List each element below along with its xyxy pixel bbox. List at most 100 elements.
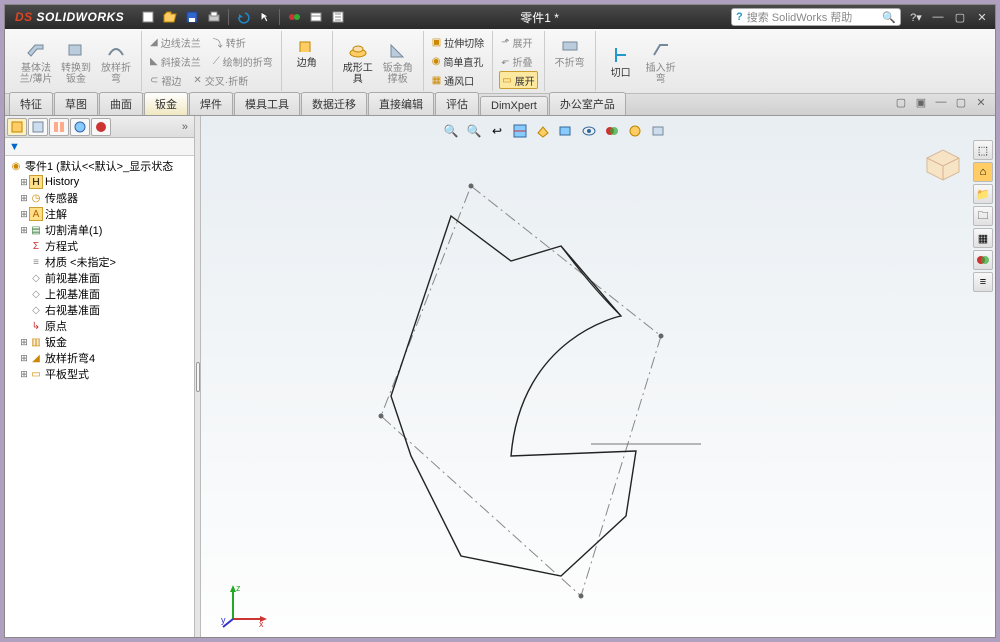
extruded-cut-button[interactable]: ▣拉伸切除 — [430, 33, 486, 51]
tab-钣金[interactable]: 钣金 — [144, 92, 188, 115]
twist-icon[interactable]: ⊞ — [19, 209, 29, 220]
sketched-bend-button[interactable]: ⟋绘制的折弯 — [211, 52, 275, 70]
tree-item[interactable]: ↳原点 — [5, 318, 194, 334]
open-button[interactable] — [160, 8, 180, 26]
unfold-button[interactable]: ⬏展开 — [499, 33, 537, 51]
minimize-button[interactable]: — — [929, 9, 947, 25]
tab-草图[interactable]: 草图 — [54, 92, 98, 115]
tree-item[interactable]: Σ方程式 — [5, 238, 194, 254]
tab-评估[interactable]: 评估 — [435, 92, 479, 115]
flatten-button[interactable]: ▭展开 — [499, 71, 537, 89]
mdi-minimize[interactable]: — — [933, 96, 949, 109]
miter-flange-button[interactable]: ◣斜接法兰 — [148, 52, 203, 70]
maximize-button[interactable]: ▢ — [951, 9, 969, 25]
tab-办公室产品[interactable]: 办公室产品 — [549, 92, 626, 115]
jog-button[interactable]: ⤵转折 — [211, 33, 248, 51]
tab-数据迁移[interactable]: 数据迁移 — [301, 92, 367, 115]
convert-sheetmetal-button[interactable]: 转换到 钣金 — [57, 38, 95, 85]
save-button[interactable] — [182, 8, 202, 26]
twist-icon[interactable]: ⊞ — [19, 353, 29, 364]
corners-button[interactable]: 边角 — [288, 33, 326, 69]
tree-item[interactable]: ⊞HHistory — [5, 174, 194, 190]
fold-button[interactable]: ⬐折叠 — [499, 52, 537, 70]
close-button[interactable]: ✕ — [973, 9, 991, 25]
dimxpertmanager-tab[interactable] — [70, 118, 90, 136]
propertymanager-tab[interactable] — [28, 118, 48, 136]
taskpane-appearances[interactable] — [973, 250, 993, 270]
configurationmanager-tab[interactable] — [49, 118, 69, 136]
mdi-close[interactable]: ✕ — [973, 96, 989, 109]
view-cube[interactable] — [921, 146, 965, 182]
simple-hole-button[interactable]: ◉简单直孔 — [430, 52, 486, 70]
tree-item[interactable]: ⊞▤切割清单(1) — [5, 222, 194, 238]
mdi-restore2[interactable]: ▣ — [913, 96, 929, 109]
options-button[interactable] — [306, 8, 326, 26]
tree-item[interactable]: ◇上视基准面 — [5, 286, 194, 302]
featuremanager-tab[interactable] — [7, 118, 27, 136]
twist-icon[interactable]: ⊞ — [19, 193, 29, 204]
view-orientation-button[interactable] — [533, 122, 553, 140]
taskpane-view-palette[interactable]: ▦ — [973, 228, 993, 248]
print-button[interactable] — [204, 8, 224, 26]
help-dropdown-button[interactable]: ?▾ — [907, 9, 925, 25]
no-bends-button[interactable]: 不折弯 — [551, 33, 589, 69]
gusset-button[interactable]: 钣金角 撑板 — [379, 38, 417, 85]
tree-root[interactable]: ◉ 零件1 (默认<<默认>_显示状态 — [5, 158, 194, 174]
vent-button[interactable]: ▦通风口 — [430, 71, 486, 89]
taskpane-resources[interactable]: ⬚ — [973, 140, 993, 160]
lofted-bend-button[interactable]: 放样折 弯 — [97, 38, 135, 85]
options-dropdown[interactable] — [328, 8, 348, 26]
new-file-button[interactable] — [138, 8, 158, 26]
twist-icon[interactable]: ⊞ — [19, 337, 29, 348]
tab-焊件[interactable]: 焊件 — [189, 92, 233, 115]
base-flange-button[interactable]: 基体法 兰/薄片 — [17, 38, 55, 85]
tree-item[interactable]: ⊞◢放样折弯4 — [5, 350, 194, 366]
edge-flange-button[interactable]: ◢边线法兰 — [148, 33, 203, 51]
edit-appearance-button[interactable] — [602, 122, 622, 140]
taskpane-design-library[interactable]: 📁 — [973, 184, 993, 204]
tab-曲面[interactable]: 曲面 — [99, 92, 143, 115]
select-button[interactable] — [255, 8, 275, 26]
twist-icon[interactable]: ⊞ — [19, 225, 29, 236]
apply-scene-button[interactable] — [625, 122, 645, 140]
prev-view-button[interactable]: ↩ — [487, 122, 507, 140]
tab-特征[interactable]: 特征 — [9, 92, 53, 115]
tree-item[interactable]: ◇右视基准面 — [5, 302, 194, 318]
feature-tree[interactable]: ◉ 零件1 (默认<<默认>_显示状态 ⊞HHistory⊞◷传感器⊞A注解⊞▤… — [5, 156, 194, 637]
rip-button[interactable]: 切口 — [602, 43, 640, 79]
view-settings-button[interactable] — [648, 122, 668, 140]
hide-show-button[interactable] — [579, 122, 599, 140]
view-triad[interactable]: z x y — [221, 579, 271, 629]
section-view-button[interactable] — [510, 122, 530, 140]
tree-item[interactable]: ⊞A注解 — [5, 206, 194, 222]
zoom-fit-button[interactable]: 🔍 — [441, 122, 461, 140]
tree-item[interactable]: ◇前视基准面 — [5, 270, 194, 286]
graphics-viewport[interactable]: 🔍 🔍 ↩ — [201, 116, 995, 637]
cross-break-button[interactable]: ✕交叉·折断 — [191, 71, 250, 89]
tree-filter[interactable]: ▼ — [5, 138, 194, 156]
taskpane-custom-props[interactable]: ≡ — [973, 272, 993, 292]
tab-模具工具[interactable]: 模具工具 — [234, 92, 300, 115]
tree-item[interactable]: ⊞◷传感器 — [5, 190, 194, 206]
taskpane-file-explorer[interactable]: 🗀 — [973, 206, 993, 226]
twist-icon[interactable]: ⊞ — [19, 369, 29, 380]
tab-直接编辑[interactable]: 直接编辑 — [368, 92, 434, 115]
twist-icon[interactable]: ⊞ — [19, 177, 29, 188]
rebuild-button[interactable] — [284, 8, 304, 26]
tree-item[interactable]: ≡材质 <未指定> — [5, 254, 194, 270]
insert-bends-button[interactable]: 插入折 弯 — [642, 38, 680, 85]
help-search-box[interactable]: ? 搜索 SolidWorks 帮助 🔍 — [731, 8, 901, 26]
forming-tool-button[interactable]: 成形工 具 — [339, 38, 377, 85]
displaymanager-tab[interactable] — [91, 118, 111, 136]
mdi-restore1[interactable]: ▢ — [893, 96, 909, 109]
taskpane-home[interactable]: ⌂ — [973, 162, 993, 182]
panel-tabs-overflow[interactable]: » — [178, 121, 192, 133]
tree-item[interactable]: ⊞▭平板型式 — [5, 366, 194, 382]
hem-button[interactable]: ⊂褶边 — [148, 71, 183, 89]
undo-button[interactable] — [233, 8, 253, 26]
tree-item[interactable]: ⊞▥钣金 — [5, 334, 194, 350]
zoom-area-button[interactable]: 🔍 — [464, 122, 484, 140]
tab-DimXpert[interactable]: DimXpert — [480, 96, 548, 115]
mdi-maximize[interactable]: ▢ — [953, 96, 969, 109]
display-style-button[interactable] — [556, 122, 576, 140]
